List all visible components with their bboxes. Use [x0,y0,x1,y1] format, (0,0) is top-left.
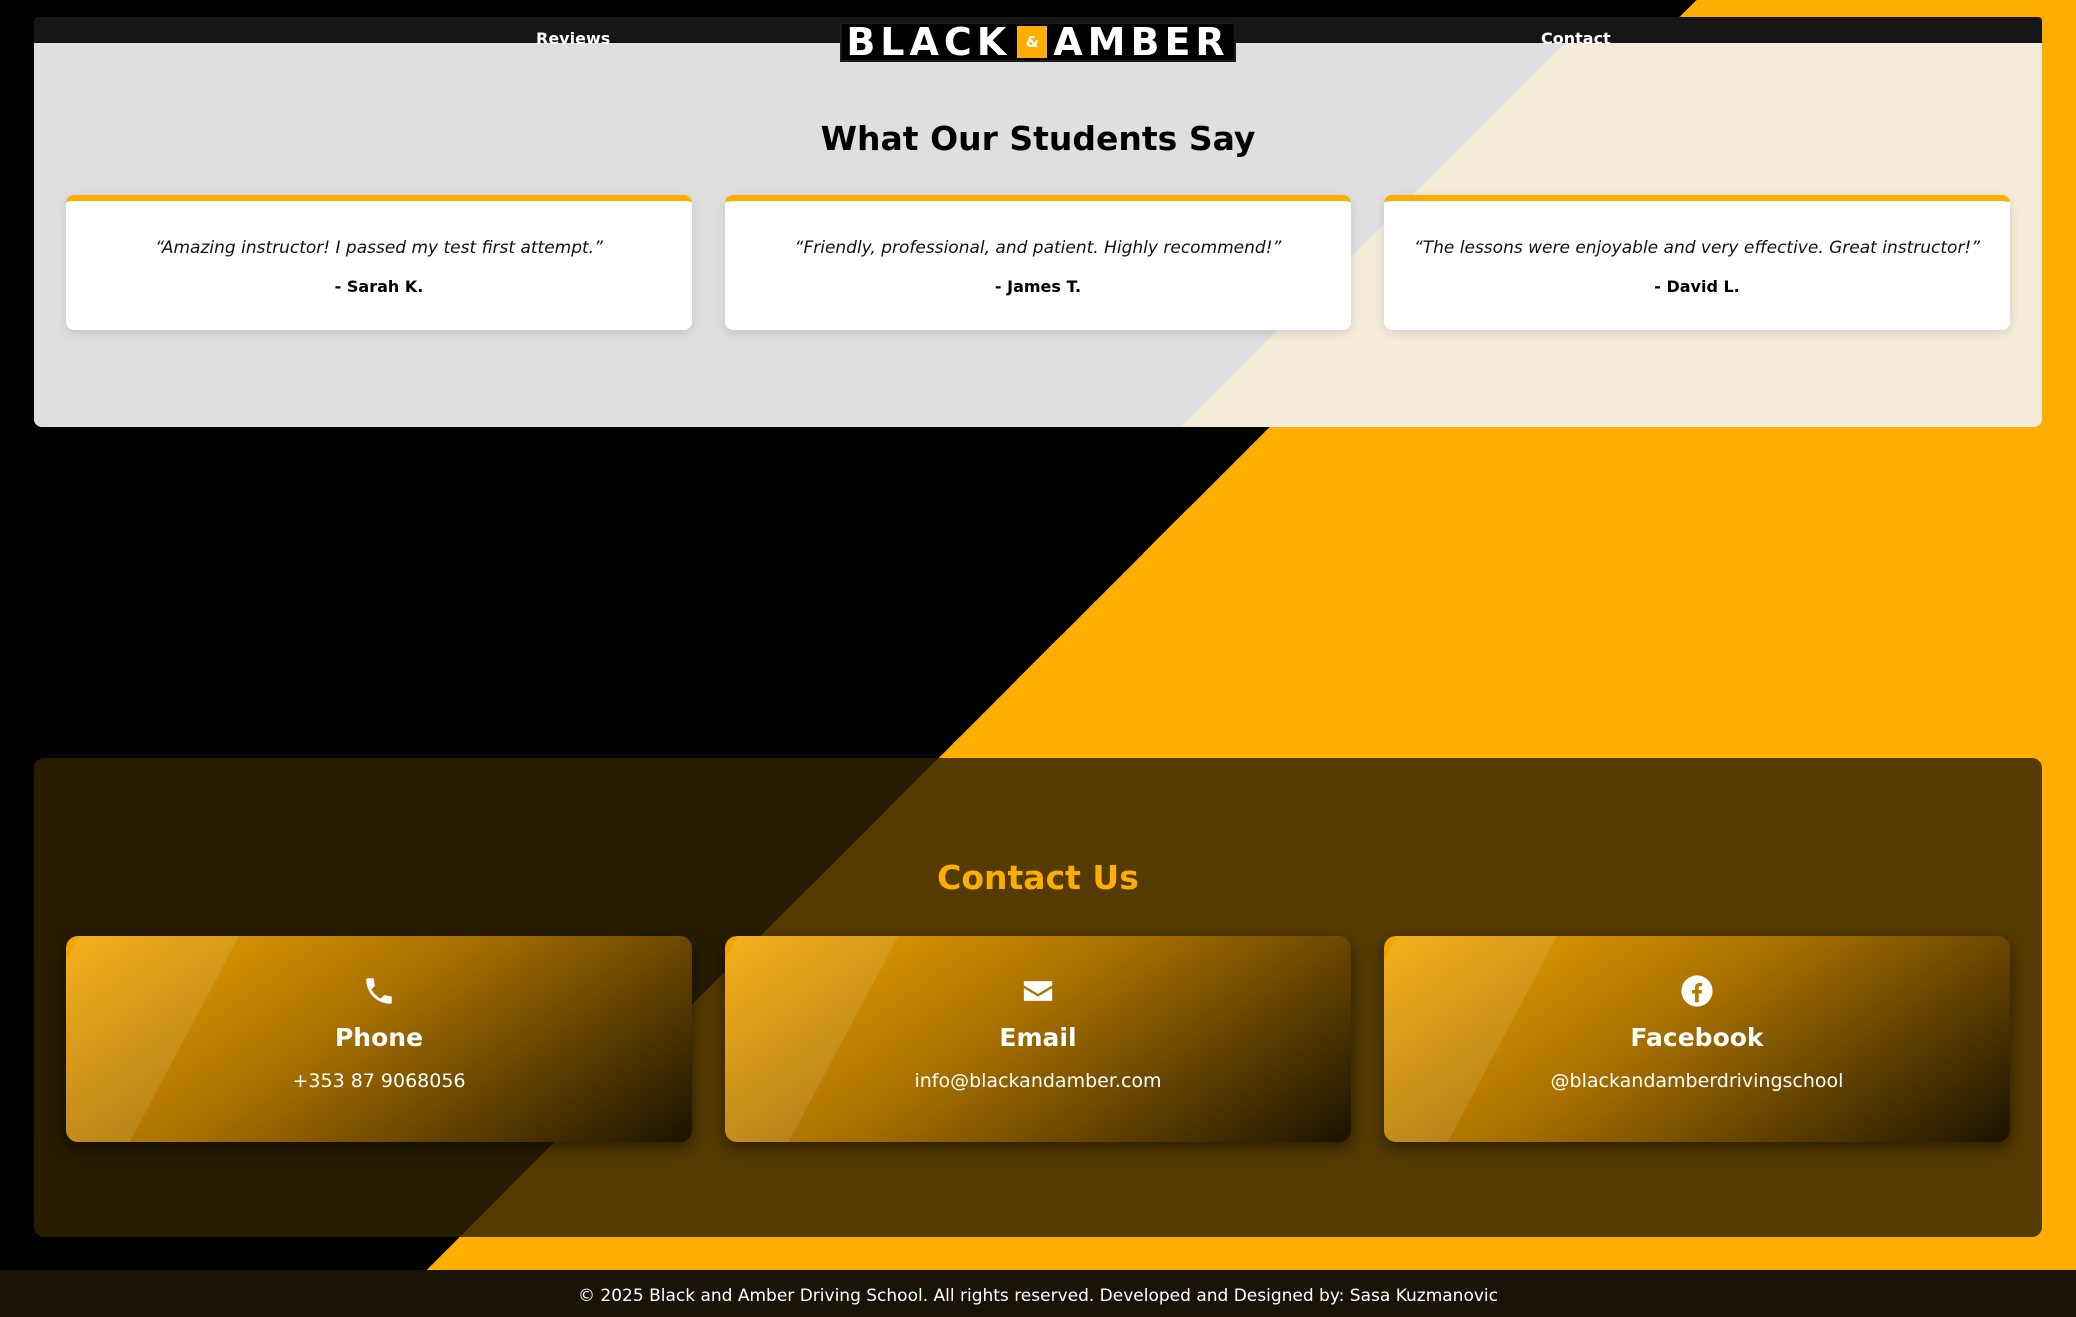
page-footer: © 2025 Black and Amber Driving School. A… [0,1270,2076,1317]
testimonial-card: “Friendly, professional, and patient. Hi… [725,195,1351,330]
brand-logo[interactable]: BLACK & AMBER [840,22,1236,62]
contact-card-facebook[interactable]: Facebook @blackandamberdrivingschool [1384,936,2010,1142]
logo-word-right: AMBER [1053,20,1230,64]
testimonial-author: - James T. [994,277,1082,296]
contact-card-title: Phone [334,1023,424,1052]
facebook-icon [1681,975,1713,1007]
testimonial-card: “The lessons were enjoyable and very eff… [1384,195,2010,330]
footer-copyright: © 2025 Black and Amber Driving School. A… [578,1286,1498,1306]
logo-word-left: BLACK [846,20,1012,64]
testimonial-author: - Sarah K. [334,277,424,296]
contact-card-value[interactable]: info@blackandamber.com [725,1070,1351,1092]
contact-card-phone[interactable]: Phone +353 87 9068056 [66,936,692,1142]
contact-section: Contact Us Phone +353 87 9068056 Email i… [34,758,2042,1237]
contact-card-title: Email [999,1023,1077,1052]
testimonial-quote: “Friendly, professional, and patient. Hi… [794,238,1282,258]
testimonial-author: - David L. [1654,277,1740,296]
reviews-heading: What Our Students Say [820,119,1256,158]
contact-heading: Contact Us [937,858,1139,897]
contact-card-email[interactable]: Email info@blackandamber.com [725,936,1351,1142]
contact-card-value[interactable]: +353 87 9068056 [66,1070,692,1092]
testimonial-quote: “Amazing instructor! I passed my test fi… [155,238,603,258]
nav-link-contact[interactable]: Contact [1541,29,1611,48]
nav-link-reviews[interactable]: Reviews [536,29,610,48]
reviews-section: What Our Students Say “Amazing instructo… [34,43,2042,427]
envelope-icon [1023,981,1053,1001]
testimonial-quote: “The lessons were enjoyable and very eff… [1413,238,1981,258]
testimonial-card: “Amazing instructor! I passed my test fi… [66,195,692,330]
logo-ampersand: & [1017,26,1048,58]
contact-card-value[interactable]: @blackandamberdrivingschool [1384,1070,2010,1092]
phone-icon [366,978,392,1004]
contact-card-title: Facebook [1630,1023,1764,1052]
